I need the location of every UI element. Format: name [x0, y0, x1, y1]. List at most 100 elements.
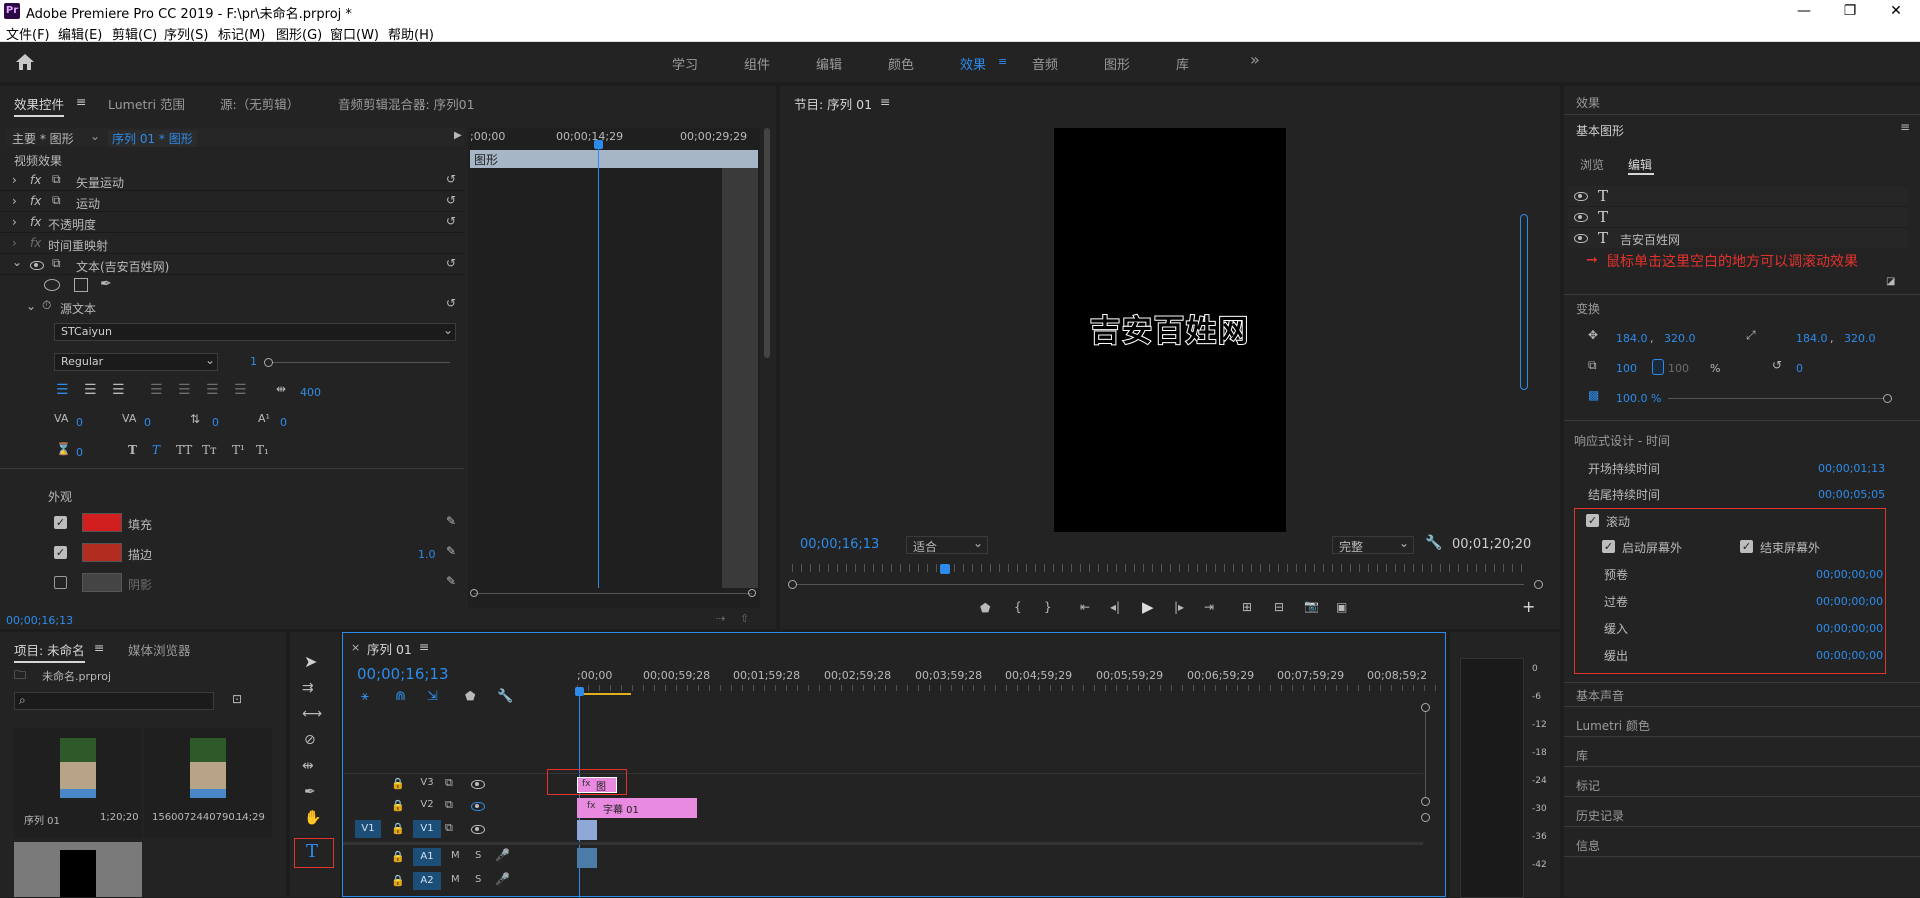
- tab-browse[interactable]: 浏览: [1580, 156, 1604, 173]
- end-offscreen-checkbox[interactable]: ✓: [1740, 540, 1753, 553]
- microphone-icon[interactable]: 🎤: [495, 848, 510, 862]
- panel-history[interactable]: 历史记录: [1576, 807, 1624, 824]
- effect-row-time-remap[interactable]: › fx 时间重映射: [0, 233, 464, 254]
- timeline-ruler[interactable]: ;00;00 00;00;59;28 00;01;59;28 00;02;59;…: [577, 669, 1445, 699]
- panel-essential-sound[interactable]: 基本声音: [1576, 687, 1624, 704]
- tab-edit[interactable]: 编辑: [1628, 156, 1652, 173]
- menu-window[interactable]: 窗口(W): [330, 24, 379, 43]
- panel-menu-icon[interactable]: ≡: [1900, 120, 1910, 134]
- scale-value[interactable]: 100: [1616, 362, 1637, 375]
- extract-icon[interactable]: ⊟: [1274, 600, 1284, 614]
- postroll-value[interactable]: 00;00;00;00: [1816, 595, 1883, 608]
- tsume-value[interactable]: 0: [144, 416, 151, 429]
- reset-icon[interactable]: ↺: [446, 193, 456, 207]
- position-x-value[interactable]: 184.0: [1616, 332, 1648, 345]
- project-item-graphic[interactable]: [14, 842, 142, 897]
- snap-icon[interactable]: ⋒: [395, 689, 406, 704]
- find-bin-icon[interactable]: ⊡: [232, 692, 242, 706]
- vscroll-handle-top[interactable]: [1421, 703, 1430, 712]
- align-center-icon[interactable]: ☰: [84, 382, 97, 398]
- selection-tool-icon[interactable]: ➤: [304, 652, 317, 671]
- razor-tool-icon[interactable]: ⊘: [304, 732, 316, 748]
- menu-file[interactable]: 文件(F): [6, 24, 50, 43]
- microphone-icon[interactable]: 🎤: [495, 872, 510, 886]
- ease-out-value[interactable]: 00;00;00;00: [1816, 649, 1883, 662]
- ellipse-mask-icon[interactable]: [44, 279, 60, 291]
- eyedropper-icon[interactable]: ✎: [446, 514, 456, 528]
- layer-item[interactable]: T: [1568, 186, 1908, 206]
- font-size-slider-handle[interactable]: [264, 358, 273, 367]
- chevron-right-icon[interactable]: ›: [12, 194, 17, 208]
- tab-sequence[interactable]: 序列 01: [367, 639, 412, 658]
- home-icon[interactable]: [14, 52, 40, 72]
- leading-value[interactable]: 0: [212, 416, 219, 429]
- timeline-timecode[interactable]: 00;00;16;13: [357, 665, 449, 683]
- effect-controls-menu-icon[interactable]: ≡: [76, 94, 86, 109]
- step-forward-icon[interactable]: |▸: [1174, 600, 1184, 614]
- tab-media-browser[interactable]: 媒体浏览器: [128, 640, 191, 659]
- track-select-tool-icon[interactable]: ⇉: [302, 680, 314, 696]
- linked-selection-icon[interactable]: ⇲: [427, 689, 438, 704]
- pen-tool-icon[interactable]: ✒: [304, 784, 316, 800]
- workspace-menu-icon[interactable]: ≡: [998, 55, 1007, 68]
- track-label[interactable]: V3: [413, 777, 441, 788]
- shadow-color-swatch[interactable]: [82, 573, 122, 592]
- justify-all-icon[interactable]: ☰: [234, 382, 247, 398]
- timeline-settings-icon[interactable]: 🔧: [497, 689, 513, 704]
- chevron-down-icon[interactable]: ⌄: [12, 255, 22, 269]
- tab-project[interactable]: 项目: 未命名: [14, 640, 85, 663]
- program-playhead[interactable]: [940, 564, 950, 574]
- solo-button[interactable]: S: [475, 850, 481, 861]
- add-marker-icon[interactable]: ⬟: [980, 601, 990, 615]
- layer-item[interactable]: T: [1568, 207, 1908, 227]
- chevron-down-icon[interactable]: ⌄: [26, 299, 36, 313]
- sync-lock-icon[interactable]: ⧉: [445, 821, 453, 835]
- font-size-value[interactable]: 1: [250, 355, 257, 368]
- nest-icon[interactable]: ⚹: [361, 689, 369, 704]
- add-button-icon[interactable]: +: [1522, 597, 1535, 616]
- stopwatch-icon[interactable]: ⏱: [42, 298, 51, 313]
- mute-button[interactable]: M: [451, 850, 460, 861]
- add-marker-icon[interactable]: ⬟: [465, 689, 475, 703]
- align-right-icon[interactable]: ☰: [112, 382, 125, 398]
- eye-icon[interactable]: [1574, 192, 1588, 201]
- wrench-icon[interactable]: 🔧: [1425, 535, 1442, 551]
- menu-clip[interactable]: 剪辑(C): [112, 24, 157, 43]
- font-family-select[interactable]: STCaiyun ⌄: [54, 323, 456, 341]
- layer-item[interactable]: T 吉安百姓网: [1568, 228, 1908, 248]
- baseline-value[interactable]: 0: [280, 416, 287, 429]
- anchor-y-value[interactable]: 320.0: [1844, 332, 1876, 345]
- solo-button[interactable]: S: [475, 874, 481, 885]
- pen-mask-icon[interactable]: ✒: [100, 276, 112, 292]
- sequence-clip-label[interactable]: 序列 01 * 图形: [108, 130, 197, 147]
- eye-icon[interactable]: [1574, 213, 1588, 222]
- minimize-button[interactable]: —: [1781, 0, 1827, 22]
- reset-icon[interactable]: ↺: [446, 172, 456, 186]
- tab-program[interactable]: 节目: 序列 01: [794, 94, 872, 113]
- eyedropper-icon[interactable]: ✎: [446, 574, 456, 588]
- timeline-vscroll[interactable]: [1425, 707, 1426, 797]
- fx-icon[interactable]: fx: [30, 173, 41, 187]
- stroke-checkbox[interactable]: ✓: [54, 546, 67, 559]
- mini-playhead-handle[interactable]: [594, 140, 603, 149]
- lock-icon[interactable]: 🔒: [391, 874, 405, 887]
- eye-icon[interactable]: [30, 261, 44, 270]
- menu-graphics[interactable]: 图形(G): [276, 24, 322, 43]
- fill-checkbox[interactable]: ✓: [54, 516, 67, 529]
- tab-audio-clip-mixer[interactable]: 音频剪辑混合器: 序列01: [338, 94, 475, 113]
- panel-info[interactable]: 信息: [1576, 837, 1600, 854]
- workspace-effects[interactable]: 效果: [960, 54, 986, 73]
- tab-lumetri-scopes[interactable]: Lumetri 范围: [108, 94, 185, 113]
- lock-icon[interactable]: 🔒: [391, 777, 405, 790]
- reset-icon[interactable]: ↺: [446, 256, 456, 270]
- play-icon[interactable]: ▶: [1142, 598, 1154, 616]
- effect-row-opacity[interactable]: › fx 不透明度 ↺: [0, 212, 464, 233]
- workspace-assembly[interactable]: 组件: [744, 54, 770, 73]
- track-label[interactable]: A1: [413, 848, 441, 866]
- program-menu-icon[interactable]: ≡: [880, 94, 890, 109]
- reset-icon[interactable]: ↺: [446, 296, 456, 310]
- kerning-value[interactable]: 0: [76, 416, 83, 429]
- scroll-handle-right[interactable]: [748, 589, 756, 597]
- project-search-input[interactable]: ⌕: [14, 692, 214, 710]
- lift-icon[interactable]: ⊞: [1242, 600, 1252, 614]
